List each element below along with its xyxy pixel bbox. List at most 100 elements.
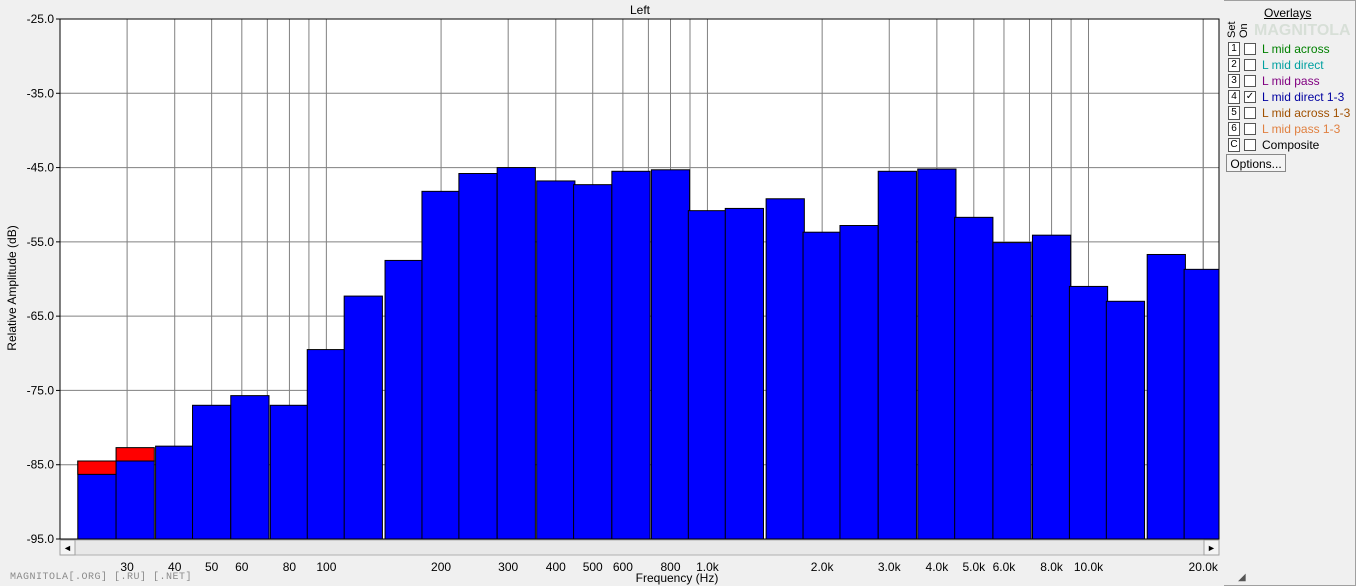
overlay-label: Composite [1262,138,1320,152]
y-tick-label: -95.0 [27,532,55,546]
overlay-row[interactable]: 1 L mid across [1228,41,1330,57]
difference-bar [115,447,155,462]
bar [802,231,842,540]
overlay-set-button[interactable]: 5 [1228,106,1240,120]
overlay-label: L mid across [1262,42,1330,56]
y-tick-label: -45.0 [27,161,55,175]
x-tick-label: 200 [431,560,451,574]
difference-bar [77,460,117,475]
overlay-checkbox[interactable]: ✓ [1244,91,1256,103]
watermark-footer: MAGNITOLA[.ORG] [.RU] [.NET] [10,572,193,583]
overlay-label: L mid direct [1262,58,1324,72]
y-tick-label: -25.0 [27,12,55,26]
bar [954,216,994,540]
overlay-checkbox[interactable] [1244,43,1256,55]
x-tick-label: 5.0k [962,560,986,574]
overlay-set-button[interactable]: 1 [1228,42,1240,56]
overlay-set-button[interactable]: C [1228,138,1240,152]
overlay-checkbox[interactable] [1244,123,1256,135]
y-tick-label: -55.0 [27,235,55,249]
x-tick-label: 3.0k [878,560,902,574]
x-ticks: 30 40 50 60 80 100 200 300 400 500 600 800 1.0k 2.0k 3… [120,560,1218,574]
watermark-logo: MAGNITOLA [1254,22,1351,39]
overlay-label: L mid across 1-3 [1262,106,1351,120]
x-tick-label: 6.0k [993,560,1017,574]
overlay-row[interactable]: C Composite [1228,137,1319,153]
x-tick-label: 10.0k [1074,560,1104,574]
overlay-checkbox[interactable] [1244,107,1256,119]
x-tick-label: 2.0k [811,560,835,574]
bar [230,395,270,540]
overlay-row[interactable]: 3 L mid pass [1228,73,1320,89]
bar [496,167,536,540]
scroll-left-arrow-icon: ◄ [63,543,72,553]
x-tick-label: 8.0k [1040,560,1064,574]
x-tick-label: 50 [205,560,219,574]
y-tick-label: -75.0 [27,383,55,397]
bar [1146,253,1186,540]
bar [192,404,232,540]
bar [1068,285,1109,540]
bar [573,184,613,540]
plot-area [59,18,1220,540]
bar [343,295,383,540]
bar [384,259,424,540]
overlay-label: L mid pass [1262,74,1320,88]
overlay-checkbox[interactable] [1244,139,1256,151]
overlay-set-button[interactable]: 2 [1228,58,1240,72]
bar [1183,268,1220,540]
overlay-row[interactable]: 5 L mid across 1-3 [1228,105,1350,121]
bar [306,349,346,540]
overlays-panel: MAGNITOLA Overlays Set On 1L mid across 2… [1224,0,1354,584]
bar [421,190,461,540]
overlay-checkbox[interactable] [1244,59,1256,71]
overlay-set-button[interactable]: 4 [1228,90,1240,104]
x-tick-label: 300 [498,560,518,574]
resize-grip-icon[interactable]: ◢ [1238,572,1246,583]
on-header: On [1238,23,1250,38]
x-tick-label: 500 [583,560,603,574]
set-header: Set [1226,21,1238,38]
bar [536,180,576,540]
bar [765,198,805,540]
bar [611,170,651,540]
bar [115,460,155,540]
spectrum-chart: Left Relative Amplitude (dB) Frequency (… [0,0,1224,586]
overlay-row[interactable]: 6 L mid pass 1-3 [1228,121,1340,137]
options-button[interactable]: Options... [1226,154,1286,172]
bar [1105,300,1146,540]
bar [839,225,879,540]
overlays-title: Overlays [1264,6,1312,20]
bar [155,445,195,540]
overlay-label: L mid direct 1-3 [1262,90,1345,104]
bar [917,168,957,540]
bar [269,404,310,540]
bar [650,169,691,540]
overlay-set-button[interactable]: 3 [1228,74,1240,88]
overlay-set-button[interactable]: 6 [1228,122,1240,136]
x-tick-label: 60 [235,560,249,574]
y-tick-label: -85.0 [27,458,55,472]
bar [724,207,764,540]
scroll-right-arrow-icon: ► [1207,543,1216,553]
bar [992,242,1032,540]
y-tick-label: -35.0 [27,86,55,100]
overlay-checkbox[interactable] [1244,75,1256,87]
overlay-row[interactable]: 4 ✓ L mid direct 1-3 [1228,89,1344,105]
y-axis-label: Relative Amplitude (dB) [5,225,19,350]
x-tick-label: 800 [660,560,680,574]
bar [877,170,917,540]
x-tick-label: 600 [613,560,633,574]
y-tick-label: -65.0 [27,309,55,323]
bar [687,210,728,540]
overlay-row[interactable]: 2 L mid direct [1228,57,1324,73]
horizontal-scrollbar[interactable] [59,539,1220,556]
chart-title: Left [630,3,651,17]
x-tick-label: 20.0k [1189,560,1219,574]
x-tick-label: 4.0k [926,560,950,574]
x-tick-label: 400 [546,560,566,574]
x-tick-label: 100 [316,560,336,574]
overlay-label: L mid pass 1-3 [1262,122,1341,136]
bar [1031,234,1072,540]
x-tick-label: 80 [283,560,297,574]
